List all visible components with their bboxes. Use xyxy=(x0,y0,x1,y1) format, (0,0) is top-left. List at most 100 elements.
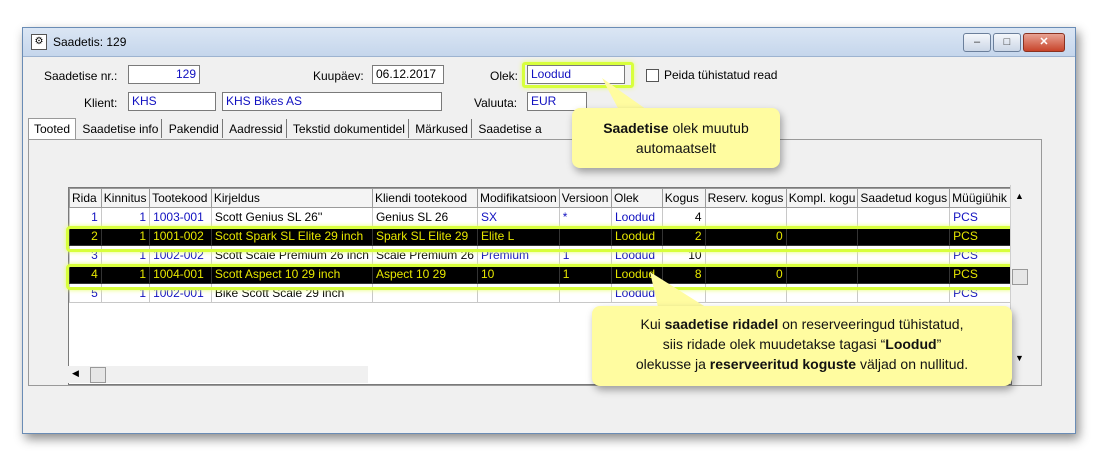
table-cell[interactable]: 1 xyxy=(100,264,151,284)
column-header[interactable]: Kirjeldus xyxy=(210,188,373,208)
table-cell[interactable]: Loodud xyxy=(610,226,663,246)
horizontal-scrollbar[interactable]: ◀ xyxy=(68,366,368,383)
scroll-left-icon[interactable]: ◀ xyxy=(72,368,79,379)
table-cell[interactable]: 1 xyxy=(100,226,151,246)
column-header[interactable]: Modifikatsioon xyxy=(476,188,560,208)
table-cell[interactable] xyxy=(785,245,859,265)
hscroll-thumb[interactable] xyxy=(90,367,106,383)
table-cell[interactable]: PCS xyxy=(949,207,1011,227)
table-cell[interactable]: 1002-002 xyxy=(149,245,212,265)
tab-markused[interactable]: Märkused xyxy=(412,119,472,138)
maximize-button[interactable]: □ xyxy=(993,33,1021,52)
table-cell[interactable]: 2 xyxy=(69,226,102,246)
table-cell[interactable] xyxy=(558,226,612,246)
table-cell[interactable] xyxy=(857,226,951,246)
table-cell[interactable] xyxy=(704,245,787,265)
table-cell[interactable]: 10 xyxy=(476,264,560,284)
close-button[interactable]: ✕ xyxy=(1023,33,1065,52)
table-cell[interactable]: 1 xyxy=(100,207,151,227)
table-cell[interactable]: PCS xyxy=(949,264,1011,284)
column-header[interactable]: Tootekood xyxy=(149,188,212,208)
table-cell[interactable]: * xyxy=(558,207,612,227)
column-header[interactable]: Olek xyxy=(610,188,663,208)
column-header[interactable]: Müügiühik xyxy=(949,188,1011,208)
table-cell[interactable]: 4 xyxy=(69,264,102,284)
table-cell[interactable] xyxy=(476,283,560,303)
table-cell[interactable]: Scott Genius SL 26'' xyxy=(210,207,373,227)
table-cell[interactable] xyxy=(785,226,859,246)
column-header[interactable]: Kompl. kogu xyxy=(785,188,859,208)
column-header[interactable]: Kliendi tootekood xyxy=(371,188,478,208)
table-cell[interactable] xyxy=(785,207,859,227)
klient-code-field[interactable]: KHS xyxy=(128,92,216,111)
minimize-button[interactable]: – xyxy=(963,33,991,52)
table-cell[interactable]: Scott Spark SL Elite 29 inch xyxy=(210,226,373,246)
tab-aadressid[interactable]: Aadressid xyxy=(226,119,287,138)
table-cell[interactable] xyxy=(558,283,612,303)
table-cell[interactable]: 10 xyxy=(661,245,706,265)
table-cell[interactable]: Bike Scott Scale 29 inch xyxy=(210,283,373,303)
table-cell[interactable]: 1002-001 xyxy=(149,283,212,303)
table-cell[interactable]: Premium xyxy=(476,245,560,265)
table-cell[interactable]: 1 xyxy=(558,264,612,284)
table-cell[interactable]: 1 xyxy=(100,283,151,303)
table-cell[interactable]: PCS xyxy=(949,283,1011,303)
table-cell[interactable]: 0 xyxy=(704,226,787,246)
table-cell[interactable]: 1004-001 xyxy=(149,264,212,284)
table-cell[interactable]: Scott Scale Premium 26 inch xyxy=(210,245,373,265)
column-header[interactable]: Reserv. kogus xyxy=(704,188,787,208)
table-row[interactable]: 4 1 1004-001 Scott Aspect 10 29 inch Aspect … xyxy=(69,264,1011,284)
table-cell[interactable] xyxy=(704,207,787,227)
table-cell[interactable]: 4 xyxy=(661,207,706,227)
column-header[interactable]: Kogus xyxy=(661,188,706,208)
kuupaev-field[interactable]: 06.12.2017 xyxy=(372,65,444,84)
callout2-text: siis ridade olek muudetakse tagasi “ xyxy=(662,336,886,352)
table-row[interactable]: 5 1 1002-001 Bike Scott Scale 29 inch Loodud… xyxy=(69,283,1011,303)
table-cell[interactable] xyxy=(785,264,859,284)
table-cell[interactable] xyxy=(857,245,951,265)
table-cell[interactable]: Scott Aspect 10 29 inch xyxy=(210,264,373,284)
table-row[interactable]: 1 1 1003-001 Scott Genius SL 26'' Genius SL … xyxy=(69,207,1011,227)
table-cell[interactable]: 1 xyxy=(69,207,102,227)
klient-name-field[interactable]: KHS Bikes AS xyxy=(222,92,442,111)
table-cell[interactable] xyxy=(857,207,951,227)
tab-saadetise-a[interactable]: Saadetise a xyxy=(475,119,544,138)
table-cell[interactable]: PCS xyxy=(949,226,1011,246)
scroll-thumb[interactable] xyxy=(1012,269,1028,285)
scroll-down-icon[interactable]: ▼ xyxy=(1015,353,1024,363)
table-cell[interactable]: Loodud xyxy=(610,207,663,227)
table-cell[interactable] xyxy=(785,283,859,303)
column-header[interactable]: Kinnitus xyxy=(100,188,151,208)
table-cell[interactable]: Spark SL Elite 29 xyxy=(371,226,478,246)
table-row[interactable]: 3 1 1002-002 Scott Scale Premium 26 inch Sca… xyxy=(69,245,1011,265)
table-cell[interactable] xyxy=(371,283,478,303)
table-cell[interactable]: 5 xyxy=(69,283,102,303)
table-cell[interactable]: PCS xyxy=(949,245,1011,265)
table-cell[interactable]: 1 xyxy=(558,245,612,265)
callout2-bold: reserveeritud koguste xyxy=(709,356,857,372)
table-cell[interactable]: 3 xyxy=(69,245,102,265)
tab-pakendid[interactable]: Pakendid xyxy=(166,119,223,138)
table-cell[interactable] xyxy=(857,283,951,303)
table-cell[interactable]: Scale Premium 26 xyxy=(371,245,478,265)
column-header[interactable]: Rida xyxy=(69,188,102,208)
scroll-up-icon[interactable]: ▲ xyxy=(1015,191,1024,201)
table-cell[interactable]: Aspect 10 29 xyxy=(371,264,478,284)
table-cell[interactable]: 2 xyxy=(661,226,706,246)
column-header[interactable]: Versioon xyxy=(558,188,612,208)
tab-tekstid[interactable]: Tekstid dokumentidel xyxy=(290,119,409,138)
table-cell[interactable] xyxy=(857,264,951,284)
vertical-scrollbar[interactable]: ▲ ▼ xyxy=(1010,185,1028,377)
column-header[interactable]: Saadetud kogus xyxy=(857,188,951,208)
table-cell[interactable]: 1001-002 xyxy=(149,226,212,246)
table-cell[interactable]: 1 xyxy=(100,245,151,265)
table-cell[interactable]: 1003-001 xyxy=(149,207,212,227)
table-cell[interactable]: Elite L xyxy=(476,226,560,246)
table-cell[interactable]: Loodud xyxy=(610,245,663,265)
table-row[interactable]: 2 1 1001-002 Scott Spark SL Elite 29 inch Sp… xyxy=(69,226,1011,246)
table-cell[interactable]: Genius SL 26 xyxy=(371,207,478,227)
tab-saadetise-info[interactable]: Saadetise info xyxy=(79,119,163,138)
table-cell[interactable]: SX xyxy=(476,207,560,227)
tab-tooted[interactable]: Tooted xyxy=(28,118,77,139)
saadetise-nr-field[interactable]: 129 xyxy=(128,65,200,84)
